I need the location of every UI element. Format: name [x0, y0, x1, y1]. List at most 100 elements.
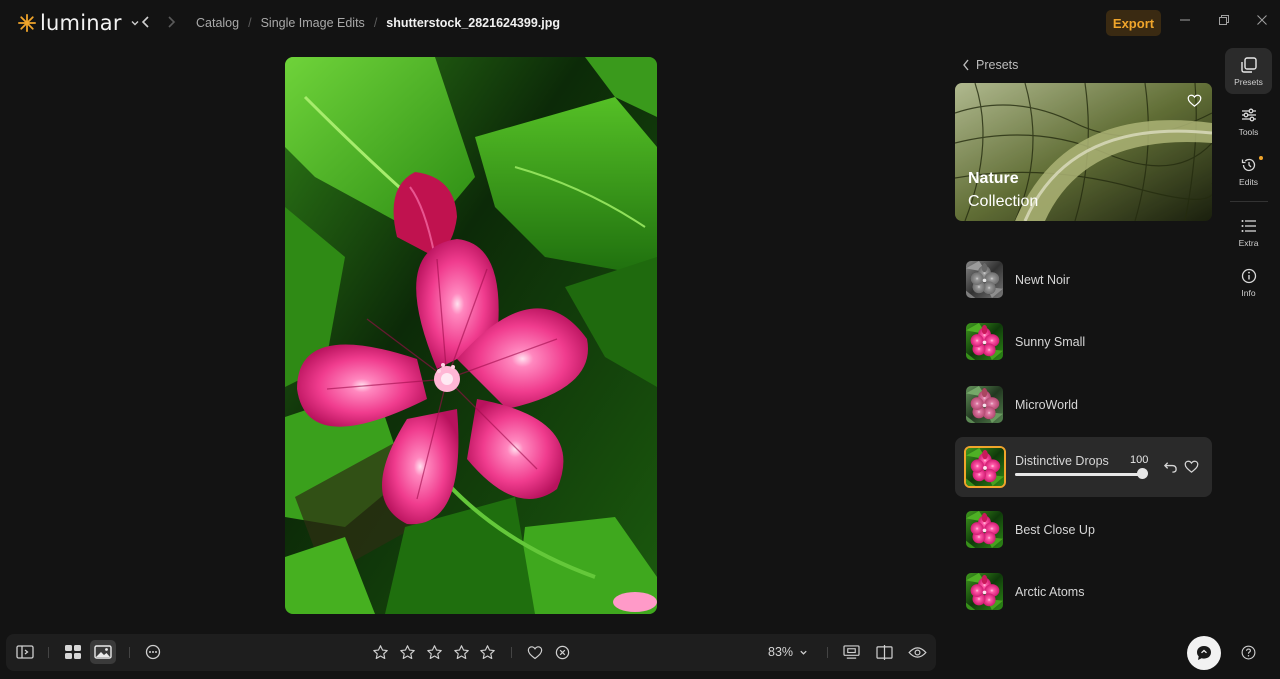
slider-fill	[1015, 473, 1142, 476]
presets-back-label: Presets	[976, 58, 1019, 72]
more-horizontal-icon	[145, 644, 161, 660]
help-icon[interactable]	[1241, 645, 1256, 660]
zoom-value: 83%	[768, 645, 794, 659]
reject-icon	[555, 645, 569, 659]
breadcrumb-separator: /	[373, 16, 378, 30]
info-icon	[1241, 268, 1256, 284]
presets-back-button[interactable]: Presets	[962, 58, 1018, 72]
presets-icon	[1240, 57, 1257, 73]
compare-button[interactable]	[873, 641, 895, 663]
preset-thumbnail	[964, 446, 1006, 488]
zoom-select[interactable]: 83%	[768, 645, 808, 659]
preset-name: Newt Noir	[1015, 273, 1070, 287]
minimize-icon[interactable]	[1179, 14, 1191, 26]
rail-label: Info	[1241, 288, 1256, 298]
star-1-button[interactable]	[369, 641, 391, 663]
rail-label: Edits	[1239, 177, 1258, 187]
export-button[interactable]: Export	[1106, 10, 1161, 36]
heart-icon[interactable]	[1184, 459, 1199, 474]
close-icon[interactable]	[1256, 14, 1268, 26]
fit-screen-button[interactable]	[840, 641, 862, 663]
star-3-button[interactable]	[423, 641, 445, 663]
eye-icon	[907, 646, 927, 658]
preset-thumbnail	[966, 323, 1003, 360]
preset-item[interactable]: Best Close Up	[955, 500, 1212, 560]
list-icon	[1241, 220, 1256, 232]
rail-label: Tools	[1238, 127, 1259, 137]
preset-item[interactable]: Newt Noir	[955, 250, 1212, 310]
rail-tab-extra[interactable]: Extra	[1225, 209, 1272, 255]
preset-thumbnail	[966, 261, 1003, 298]
preset-thumbnail	[966, 573, 1003, 610]
preset-item[interactable]: MicroWorld	[955, 375, 1212, 435]
bottom-toolbar: 83%	[6, 634, 936, 671]
more-options-button[interactable]	[142, 641, 164, 663]
collection-subtitle: Collection	[968, 193, 1039, 210]
edits-indicator-dot	[1259, 156, 1263, 160]
star-icon	[426, 644, 442, 659]
heart-icon	[527, 645, 543, 659]
reject-button[interactable]	[551, 641, 573, 663]
preset-item[interactable]: Sunny Small	[955, 312, 1212, 372]
main-photo[interactable]	[285, 57, 657, 614]
preset-name: Arctic Atoms	[1015, 585, 1085, 599]
back-arrow-icon[interactable]	[138, 14, 154, 30]
preset-name: Best Close Up	[1015, 523, 1095, 537]
divider	[129, 647, 130, 658]
preset-amount-slider[interactable]	[1015, 473, 1142, 476]
rail-tab-edits[interactable]: Edits	[1225, 148, 1272, 194]
forward-arrow-icon[interactable]	[163, 14, 179, 30]
breadcrumb-current-file: shutterstock_2821624399.jpg	[386, 16, 561, 30]
star-icon	[399, 644, 415, 659]
star-5-button[interactable]	[476, 641, 498, 663]
grid-view-button[interactable]	[62, 641, 84, 663]
rail-tab-presets[interactable]: Presets	[1225, 48, 1272, 94]
divider	[1230, 201, 1268, 202]
slider-handle[interactable]	[1136, 468, 1148, 479]
rail-tab-tools[interactable]: Tools	[1225, 98, 1272, 144]
star-icon	[372, 644, 388, 659]
divider	[511, 647, 512, 658]
preset-name: MicroWorld	[1015, 398, 1078, 412]
preset-name: Sunny Small	[1015, 335, 1086, 349]
breadcrumb-single-image-edits[interactable]: Single Image Edits	[261, 16, 365, 30]
preview-button[interactable]	[906, 641, 928, 663]
star-icon	[479, 644, 495, 659]
favorite-button[interactable]	[524, 641, 546, 663]
heart-icon[interactable]	[1187, 93, 1202, 108]
star-4-button[interactable]	[450, 641, 472, 663]
preset-thumbnail	[966, 511, 1003, 548]
chevron-down-icon	[800, 650, 807, 655]
undo-icon[interactable]	[1163, 459, 1178, 474]
restore-icon[interactable]	[1218, 14, 1230, 26]
rail-label: Presets	[1234, 77, 1263, 87]
fit-screen-icon	[842, 644, 860, 659]
collection-banner[interactable]: Nature Collection	[955, 83, 1212, 221]
divider	[48, 647, 49, 658]
image-icon	[94, 645, 112, 659]
grid-icon	[65, 645, 81, 659]
history-icon	[1241, 158, 1255, 172]
right-tool-rail: Presets Tools Edits Extra Info	[1224, 46, 1274, 679]
star-icon	[453, 644, 469, 659]
sidebar-toggle-icon	[16, 645, 34, 659]
presets-panel: Presets Nature Collection Newt Noir Sunn…	[946, 46, 1222, 679]
sun-logo-icon	[18, 14, 36, 32]
assistant-chat-button[interactable]	[1187, 636, 1221, 670]
breadcrumb-catalog[interactable]: Catalog	[196, 16, 239, 30]
breadcrumb-separator: /	[248, 16, 252, 30]
single-image-view-button[interactable]	[90, 640, 116, 664]
divider	[827, 647, 828, 658]
rail-tab-info[interactable]: Info	[1225, 259, 1272, 305]
preset-item[interactable]: Arctic Atoms	[955, 562, 1212, 622]
preset-amount-value: 100	[1130, 454, 1149, 466]
luminar-logo-menu[interactable]: luminar	[18, 11, 140, 35]
compare-icon	[875, 644, 893, 660]
chevron-left-icon	[963, 59, 969, 71]
star-2-button[interactable]	[396, 641, 418, 663]
collection-title: Nature	[968, 170, 1019, 187]
toggle-sidebar-button[interactable]	[14, 641, 36, 663]
top-bar: luminar Catalog / Single Image Edits / s…	[0, 0, 1280, 46]
preset-item-active[interactable]: Distinctive Drops 100	[955, 437, 1212, 497]
breadcrumb: Catalog / Single Image Edits / shutterst…	[196, 16, 560, 30]
